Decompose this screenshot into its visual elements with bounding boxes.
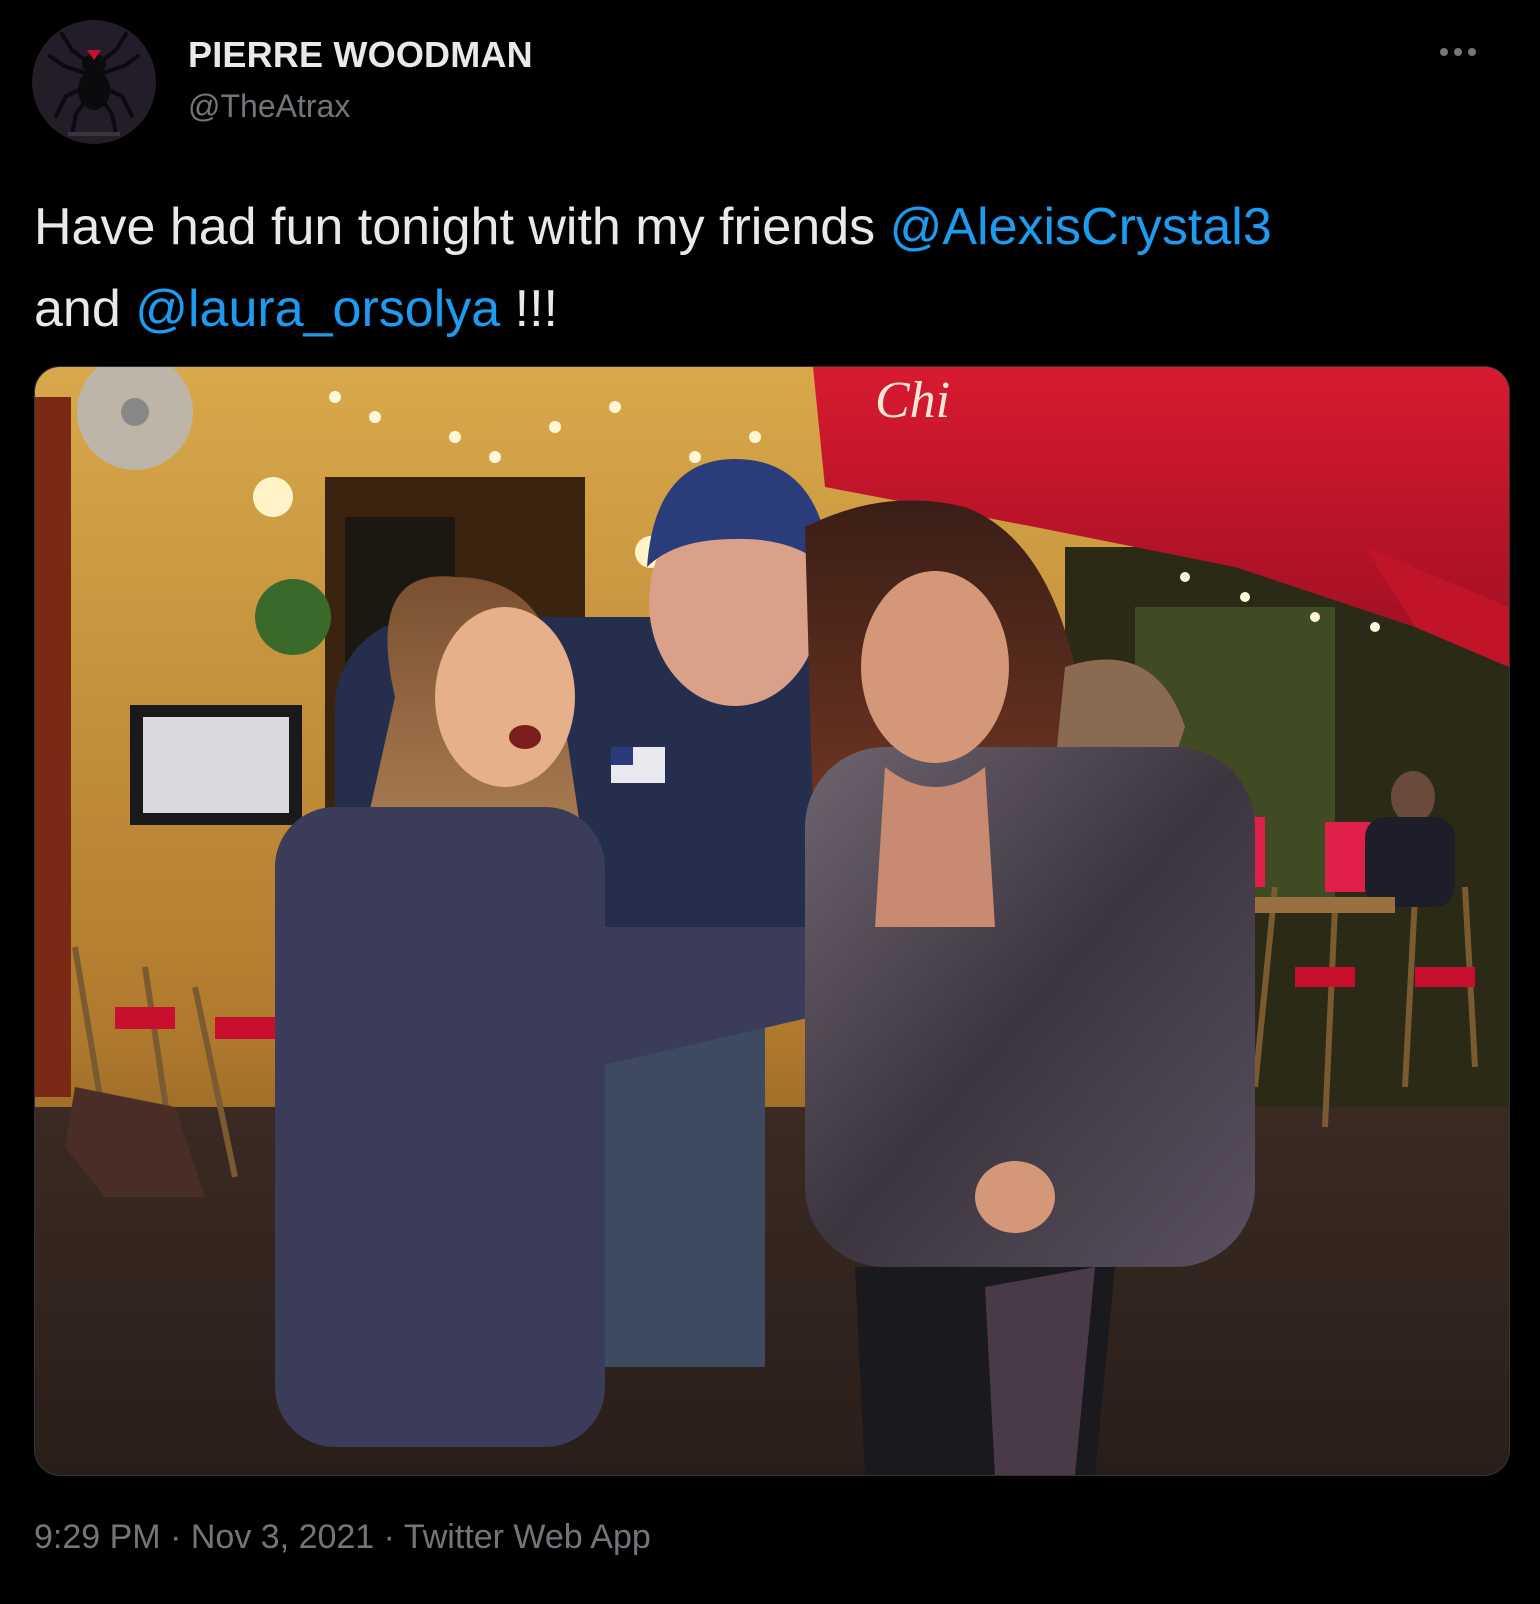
tweet-meta: 9:29 PM · Nov 3, 2021 · Twitter Web App	[34, 1518, 651, 1557]
meta-separator: ·	[170, 1518, 182, 1556]
spider-logo-icon	[32, 20, 156, 144]
tweet-date[interactable]: Nov 3, 2021	[191, 1518, 374, 1556]
tweet-text-part: and	[34, 280, 136, 338]
more-options-button[interactable]	[1436, 30, 1480, 74]
mention-link[interactable]: @AlexisCrystal3	[890, 198, 1272, 256]
tweet-text-part: !!!	[500, 280, 558, 338]
meta-separator: ·	[383, 1518, 395, 1556]
tweet-text-part: Have had fun tonight with my friends	[34, 198, 890, 256]
tweet-text: Have had fun tonight with my friends @Al…	[34, 186, 1494, 350]
tweet-source[interactable]: Twitter Web App	[404, 1518, 651, 1556]
mention-link[interactable]: @laura_orsolya	[135, 280, 500, 338]
more-horizontal-icon	[1440, 48, 1476, 56]
avatar[interactable]	[32, 20, 156, 144]
tweet-time[interactable]: 9:29 PM	[34, 1518, 161, 1556]
tweet-card: PIERRE WOODMAN @TheAtrax Have had fun to…	[0, 0, 1540, 1604]
display-name[interactable]: PIERRE WOODMAN	[188, 34, 533, 76]
photo-image: Chi	[35, 367, 1509, 1475]
user-handle[interactable]: @TheAtrax	[188, 88, 350, 125]
tweet-photo[interactable]: Chi	[34, 366, 1510, 1476]
awning-text: Chi	[875, 372, 950, 429]
